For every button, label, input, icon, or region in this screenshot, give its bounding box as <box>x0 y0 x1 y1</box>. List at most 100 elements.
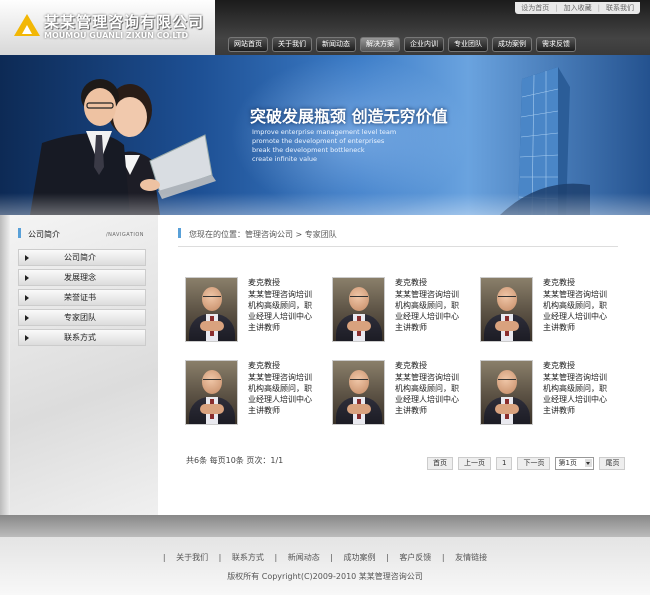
expert-desc: 某某管理咨询培训机构高级顾问，职业经理人培训中心主讲教师 <box>248 290 312 332</box>
pagination-stats: 共6条 每页10条 页次：1/1 <box>186 456 284 465</box>
separator: | <box>274 553 278 562</box>
footer-links: | 关于我们 | 联系方式 | 新闻动态 | 成功案例 | 客户反馈 | 友情链… <box>0 552 650 563</box>
copyright: 版权所有 Copyright(C)2009-2010 某某管理咨询公司 <box>227 572 423 581</box>
nav-feedback[interactable]: 需求反馈 <box>536 37 576 52</box>
expert-card[interactable]: 麦克教授 某某管理咨询培训机构高级顾问，职业经理人培训中心主讲教师 <box>185 277 325 347</box>
pagination: 首页 上一页 1 下一页 第1页 尾页 <box>427 457 626 470</box>
glasses <box>203 379 221 384</box>
expert-card[interactable]: 麦克教授 某某管理咨询培训机构高级顾问，职业经理人培训中心主讲教师 <box>480 360 620 430</box>
separator: | <box>330 553 333 562</box>
glasses <box>498 379 516 384</box>
banner: 突破发展瓶颈 创造无穷价值 Improve enterprise managem… <box>0 55 650 215</box>
expert-desc: 某某管理咨询培训机构高级顾问，职业经理人培训中心主讲教师 <box>543 290 607 332</box>
expert-desc: 某某管理咨询培训机构高级顾问，职业经理人培训中心主讲教师 <box>248 373 312 415</box>
nav-cases[interactable]: 成功案例 <box>492 37 532 52</box>
sidebar-title-en: /NAVIGATION <box>106 232 145 238</box>
banner-slogan-en: Improve enterprise management level team… <box>252 128 396 164</box>
expert-desc: 某某管理咨询培训机构高级顾问，职业经理人培训中心主讲教师 <box>543 373 607 415</box>
divider <box>178 246 618 247</box>
separator: | <box>386 553 389 562</box>
slogan-en-line: break the development bottleneck <box>252 146 365 154</box>
separator: | <box>162 553 166 562</box>
top-links: 设为首页 | 加入收藏 | 联系我们 <box>515 2 640 14</box>
glasses <box>350 379 368 384</box>
expert-desc: 某某管理咨询培训机构高级顾问，职业经理人培训中心主讲教师 <box>395 290 459 332</box>
sidebar-item-experts[interactable]: 专家团队 <box>18 309 146 326</box>
nav-news[interactable]: 新闻动态 <box>316 37 356 52</box>
glasses <box>203 296 221 301</box>
sidebar-menu: 公司简介 发展理念 荣誉证书 专家团队 联系方式 <box>18 249 146 349</box>
add-favorite-link[interactable]: 加入收藏 <box>564 3 592 13</box>
expert-name[interactable]: 麦克教授 <box>543 277 575 288</box>
breadcrumb-marker <box>178 228 181 238</box>
expert-photo[interactable] <box>480 277 533 342</box>
left-shadow <box>0 215 10 515</box>
arrow-right-icon <box>25 275 29 281</box>
expert-photo[interactable] <box>185 360 238 425</box>
expert-photo[interactable] <box>332 360 385 425</box>
hands <box>200 404 224 414</box>
contact-us-link[interactable]: 联系我们 <box>606 3 634 13</box>
expert-photo[interactable] <box>332 277 385 342</box>
slogan-en-line: Improve enterprise management level team <box>252 128 397 136</box>
sidebar-item-certificates[interactable]: 荣誉证书 <box>18 289 146 306</box>
first-page-button[interactable]: 首页 <box>427 457 453 470</box>
expert-desc: 某某管理咨询培训机构高级顾问，职业经理人培训中心主讲教师 <box>395 373 459 415</box>
sidebar-item-philosophy[interactable]: 发展理念 <box>18 269 146 286</box>
separator: | <box>597 4 600 12</box>
expert-card[interactable]: 麦克教授 某某管理咨询培训机构高级顾问，职业经理人培训中心主讲教师 <box>332 360 472 430</box>
banner-floor <box>0 193 650 215</box>
expert-card[interactable]: 麦克教授 某某管理咨询培训机构高级顾问，职业经理人培训中心主讲教师 <box>480 277 620 347</box>
next-page-button[interactable]: 下一页 <box>517 457 551 470</box>
sidebar-item-label: 公司简介 <box>64 253 96 262</box>
footer-link-contact[interactable]: 联系方式 <box>232 553 264 562</box>
chevron-down-icon <box>585 459 593 467</box>
set-homepage-link[interactable]: 设为首页 <box>521 3 549 13</box>
arrow-right-icon <box>25 335 29 341</box>
expert-photo[interactable] <box>185 277 238 342</box>
footer-link-about[interactable]: 关于我们 <box>176 553 208 562</box>
footer <box>0 537 650 595</box>
banner-slogan: 突破发展瓶颈 创造无穷价值 <box>250 107 448 126</box>
expert-card[interactable]: 麦克教授 某某管理咨询培训机构高级顾问，职业经理人培训中心主讲教师 <box>332 277 472 347</box>
expert-name[interactable]: 麦克教授 <box>248 360 280 371</box>
hands <box>347 321 371 331</box>
nav-solutions[interactable]: 解决方案 <box>360 37 400 52</box>
logo[interactable]: 某某管理咨询有限公司 MOUMOU GUANLI ZIXUN CO.LTD <box>0 0 215 55</box>
arrow-right-icon <box>25 255 29 261</box>
sidebar-item-label: 荣誉证书 <box>64 293 96 302</box>
company-name-en: MOUMOU GUANLI ZIXUN CO.LTD <box>44 31 189 40</box>
sidebar-item-label: 发展理念 <box>64 273 96 282</box>
sidebar-item-company-intro[interactable]: 公司简介 <box>18 249 146 266</box>
nav-training[interactable]: 企业内训 <box>404 37 444 52</box>
slogan-en-line: promote the development of enterprises <box>252 137 385 145</box>
prev-page-button[interactable]: 上一页 <box>458 457 491 470</box>
footer-bar <box>0 515 650 537</box>
glasses <box>498 296 516 301</box>
last-page-button[interactable]: 尾页 <box>599 457 626 470</box>
separator: | <box>441 553 445 562</box>
expert-name[interactable]: 麦克教授 <box>395 277 427 288</box>
nav-about[interactable]: 关于我们 <box>272 37 312 52</box>
page-select[interactable]: 第1页 <box>555 457 595 470</box>
sidebar-title-marker <box>18 228 21 238</box>
logo-triangle-inner <box>22 25 32 34</box>
footer-link-friends[interactable]: 友情链接 <box>455 553 487 562</box>
sidebar-item-label: 联系方式 <box>64 333 96 342</box>
hands <box>347 404 371 414</box>
expert-photo[interactable] <box>480 360 533 425</box>
nav-home[interactable]: 网站首页 <box>228 37 268 52</box>
slogan-en-line: create infinite value <box>252 155 318 163</box>
footer-link-news[interactable]: 新闻动态 <box>288 553 320 562</box>
arrow-right-icon <box>25 295 29 301</box>
sidebar-item-contact[interactable]: 联系方式 <box>18 329 146 346</box>
expert-card[interactable]: 麦克教授 某某管理咨询培训机构高级顾问，职业经理人培训中心主讲教师 <box>185 360 325 430</box>
expert-name[interactable]: 麦克教授 <box>248 277 280 288</box>
current-page-number[interactable]: 1 <box>496 457 513 470</box>
company-name: 某某管理咨询有限公司 <box>44 13 205 31</box>
footer-link-feedback[interactable]: 客户反馈 <box>399 553 431 562</box>
nav-team[interactable]: 专业团队 <box>448 37 488 52</box>
expert-name[interactable]: 麦克教授 <box>395 360 427 371</box>
footer-link-cases[interactable]: 成功案例 <box>344 553 376 562</box>
expert-name[interactable]: 麦克教授 <box>543 360 575 371</box>
